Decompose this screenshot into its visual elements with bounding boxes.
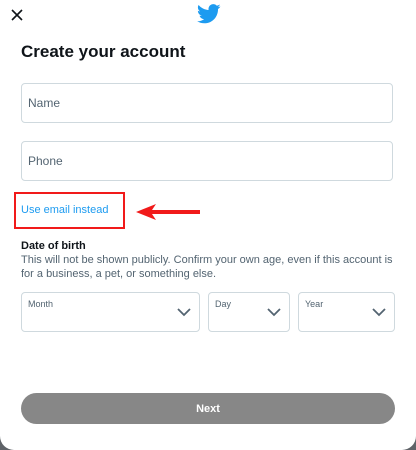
year-select[interactable]: Year: [298, 292, 395, 332]
close-icon: [11, 9, 23, 21]
chevron-down-icon: [267, 308, 281, 317]
chevron-down-icon: [372, 308, 386, 317]
signup-modal: Create your account Name Phone Use email…: [0, 0, 416, 450]
phone-placeholder: Phone: [28, 154, 63, 168]
name-placeholder: Name: [28, 96, 61, 110]
month-select[interactable]: Month: [21, 292, 200, 332]
month-label: Month: [28, 299, 54, 309]
name-field[interactable]: Name: [21, 83, 393, 123]
twitter-bird-icon: [197, 4, 221, 24]
page-title: Create your account: [21, 42, 186, 61]
next-button[interactable]: Next: [21, 393, 395, 424]
day-select[interactable]: Day: [208, 292, 290, 332]
phone-field[interactable]: Phone: [21, 141, 393, 181]
use-email-instead-link[interactable]: Use email instead: [21, 204, 108, 216]
year-label: Year: [305, 299, 324, 309]
chevron-down-icon: [177, 308, 191, 317]
day-label: Day: [215, 299, 232, 309]
annotation-arrow-icon: [136, 204, 200, 220]
close-button[interactable]: [8, 6, 26, 24]
dob-description: This will not be shown publicly. Confirm…: [21, 254, 393, 280]
dob-title: Date of birth: [21, 240, 86, 252]
